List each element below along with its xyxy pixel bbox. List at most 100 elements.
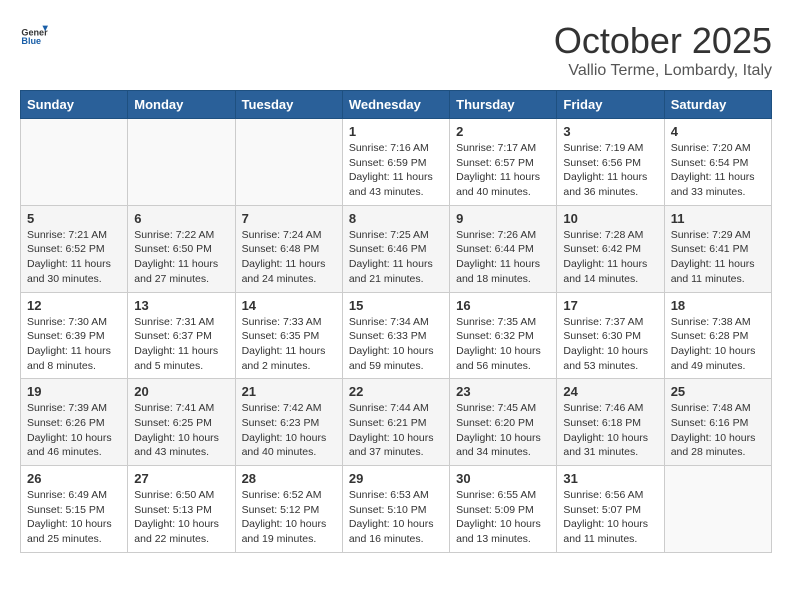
day-number: 21 [242, 384, 336, 399]
calendar-cell: 2 Sunrise: 7:17 AM Sunset: 6:57 PM Daylig… [450, 119, 557, 206]
day-info: Sunrise: 7:42 AM Sunset: 6:23 PM Dayligh… [242, 401, 336, 460]
day-number: 15 [349, 298, 443, 313]
column-header-wednesday: Wednesday [342, 91, 449, 119]
day-info: Sunrise: 7:25 AM Sunset: 6:46 PM Dayligh… [349, 228, 443, 287]
day-number: 29 [349, 471, 443, 486]
day-info: Sunrise: 7:20 AM Sunset: 6:54 PM Dayligh… [671, 141, 765, 200]
day-info: Sunrise: 7:41 AM Sunset: 6:25 PM Dayligh… [134, 401, 228, 460]
day-info: Sunrise: 7:37 AM Sunset: 6:30 PM Dayligh… [563, 315, 657, 374]
day-number: 8 [349, 211, 443, 226]
day-number: 10 [563, 211, 657, 226]
day-info: Sunrise: 6:52 AM Sunset: 5:12 PM Dayligh… [242, 488, 336, 547]
day-number: 11 [671, 211, 765, 226]
day-number: 25 [671, 384, 765, 399]
calendar-cell: 23 Sunrise: 7:45 AM Sunset: 6:20 PM Dayli… [450, 379, 557, 466]
day-info: Sunrise: 7:17 AM Sunset: 6:57 PM Dayligh… [456, 141, 550, 200]
column-header-friday: Friday [557, 91, 664, 119]
calendar-cell: 5 Sunrise: 7:21 AM Sunset: 6:52 PM Daylig… [21, 205, 128, 292]
calendar-cell [664, 466, 771, 553]
day-number: 14 [242, 298, 336, 313]
column-header-sunday: Sunday [21, 91, 128, 119]
calendar-header-row: SundayMondayTuesdayWednesdayThursdayFrid… [21, 91, 772, 119]
day-info: Sunrise: 7:35 AM Sunset: 6:32 PM Dayligh… [456, 315, 550, 374]
day-number: 7 [242, 211, 336, 226]
day-number: 18 [671, 298, 765, 313]
calendar-cell: 7Sunrise: 7:24 AM Sunset: 6:48 PM Daylig… [235, 205, 342, 292]
day-number: 26 [27, 471, 121, 486]
calendar-cell: 29 Sunrise: 6:53 AM Sunset: 5:10 PM Dayli… [342, 466, 449, 553]
calendar-cell: 20 Sunrise: 7:41 AM Sunset: 6:25 PM Dayli… [128, 379, 235, 466]
day-info: Sunrise: 7:21 AM Sunset: 6:52 PM Dayligh… [27, 228, 121, 287]
day-number: 16 [456, 298, 550, 313]
calendar-cell: 1 Sunrise: 7:16 AM Sunset: 6:59 PM Daylig… [342, 119, 449, 206]
day-info: Sunrise: 7:16 AM Sunset: 6:59 PM Dayligh… [349, 141, 443, 200]
week-row-4: 26 Sunrise: 6:49 AM Sunset: 5:15 PM Dayli… [21, 466, 772, 553]
day-info: Sunrise: 7:39 AM Sunset: 6:26 PM Dayligh… [27, 401, 121, 460]
week-row-2: 12 Sunrise: 7:30 AM Sunset: 6:39 PM Dayli… [21, 292, 772, 379]
day-number: 17 [563, 298, 657, 313]
calendar-cell: 16 Sunrise: 7:35 AM Sunset: 6:32 PM Dayli… [450, 292, 557, 379]
calendar-cell: 12 Sunrise: 7:30 AM Sunset: 6:39 PM Dayli… [21, 292, 128, 379]
calendar-cell: 26 Sunrise: 6:49 AM Sunset: 5:15 PM Dayli… [21, 466, 128, 553]
calendar-cell: 21 Sunrise: 7:42 AM Sunset: 6:23 PM Dayli… [235, 379, 342, 466]
day-info: Sunrise: 7:22 AM Sunset: 6:50 PM Dayligh… [134, 228, 228, 287]
day-number: 22 [349, 384, 443, 399]
header: General Blue October 2025 Vallio Terme, … [20, 20, 772, 80]
column-header-monday: Monday [128, 91, 235, 119]
calendar-cell: 27 Sunrise: 6:50 AM Sunset: 5:13 PM Dayli… [128, 466, 235, 553]
day-number: 23 [456, 384, 550, 399]
calendar-cell: 17 Sunrise: 7:37 AM Sunset: 6:30 PM Dayli… [557, 292, 664, 379]
day-info: Sunrise: 6:55 AM Sunset: 5:09 PM Dayligh… [456, 488, 550, 547]
day-number: 9 [456, 211, 550, 226]
day-info: Sunrise: 7:28 AM Sunset: 6:42 PM Dayligh… [563, 228, 657, 287]
calendar-cell: 25 Sunrise: 7:48 AM Sunset: 6:16 PM Dayli… [664, 379, 771, 466]
calendar-cell: 13Sunrise: 7:31 AM Sunset: 6:37 PM Dayli… [128, 292, 235, 379]
day-info: Sunrise: 7:30 AM Sunset: 6:39 PM Dayligh… [27, 315, 121, 374]
day-number: 6 [134, 211, 228, 226]
calendar-cell: 14 Sunrise: 7:33 AM Sunset: 6:35 PM Dayli… [235, 292, 342, 379]
column-header-thursday: Thursday [450, 91, 557, 119]
logo: General Blue [20, 20, 48, 48]
calendar-cell [235, 119, 342, 206]
calendar-cell: 10 Sunrise: 7:28 AM Sunset: 6:42 PM Dayli… [557, 205, 664, 292]
day-info: Sunrise: 7:34 AM Sunset: 6:33 PM Dayligh… [349, 315, 443, 374]
day-number: 12 [27, 298, 121, 313]
day-number: 2 [456, 124, 550, 139]
day-number: 5 [27, 211, 121, 226]
calendar-cell: 30Sunrise: 6:55 AM Sunset: 5:09 PM Dayli… [450, 466, 557, 553]
day-number: 20 [134, 384, 228, 399]
calendar-cell: 9Sunrise: 7:26 AM Sunset: 6:44 PM Daylig… [450, 205, 557, 292]
calendar-cell: 28Sunrise: 6:52 AM Sunset: 5:12 PM Dayli… [235, 466, 342, 553]
calendar-cell: 19 Sunrise: 7:39 AM Sunset: 6:26 PM Dayli… [21, 379, 128, 466]
calendar-cell [21, 119, 128, 206]
day-info: Sunrise: 7:45 AM Sunset: 6:20 PM Dayligh… [456, 401, 550, 460]
month-title: October 2025 [554, 20, 772, 62]
column-header-tuesday: Tuesday [235, 91, 342, 119]
day-info: Sunrise: 6:56 AM Sunset: 5:07 PM Dayligh… [563, 488, 657, 547]
calendar-cell: 24 Sunrise: 7:46 AM Sunset: 6:18 PM Dayli… [557, 379, 664, 466]
calendar-cell [128, 119, 235, 206]
calendar-cell: 15 Sunrise: 7:34 AM Sunset: 6:33 PM Dayli… [342, 292, 449, 379]
day-info: Sunrise: 6:49 AM Sunset: 5:15 PM Dayligh… [27, 488, 121, 547]
week-row-3: 19 Sunrise: 7:39 AM Sunset: 6:26 PM Dayli… [21, 379, 772, 466]
day-info: Sunrise: 7:19 AM Sunset: 6:56 PM Dayligh… [563, 141, 657, 200]
day-info: Sunrise: 6:50 AM Sunset: 5:13 PM Dayligh… [134, 488, 228, 547]
logo-icon: General Blue [20, 20, 48, 48]
day-number: 1 [349, 124, 443, 139]
calendar-cell: 4 Sunrise: 7:20 AM Sunset: 6:54 PM Daylig… [664, 119, 771, 206]
calendar-table: SundayMondayTuesdayWednesdayThursdayFrid… [20, 90, 772, 553]
calendar-cell: 22 Sunrise: 7:44 AM Sunset: 6:21 PM Dayli… [342, 379, 449, 466]
title-area: October 2025 Vallio Terme, Lombardy, Ita… [554, 20, 772, 80]
day-number: 31 [563, 471, 657, 486]
day-info: Sunrise: 7:46 AM Sunset: 6:18 PM Dayligh… [563, 401, 657, 460]
day-number: 24 [563, 384, 657, 399]
day-info: Sunrise: 7:33 AM Sunset: 6:35 PM Dayligh… [242, 315, 336, 374]
day-info: Sunrise: 7:48 AM Sunset: 6:16 PM Dayligh… [671, 401, 765, 460]
day-number: 27 [134, 471, 228, 486]
day-info: Sunrise: 6:53 AM Sunset: 5:10 PM Dayligh… [349, 488, 443, 547]
day-number: 4 [671, 124, 765, 139]
calendar-cell: 8 Sunrise: 7:25 AM Sunset: 6:46 PM Daylig… [342, 205, 449, 292]
day-number: 19 [27, 384, 121, 399]
calendar-cell: 31 Sunrise: 6:56 AM Sunset: 5:07 PM Dayli… [557, 466, 664, 553]
day-info: Sunrise: 7:44 AM Sunset: 6:21 PM Dayligh… [349, 401, 443, 460]
